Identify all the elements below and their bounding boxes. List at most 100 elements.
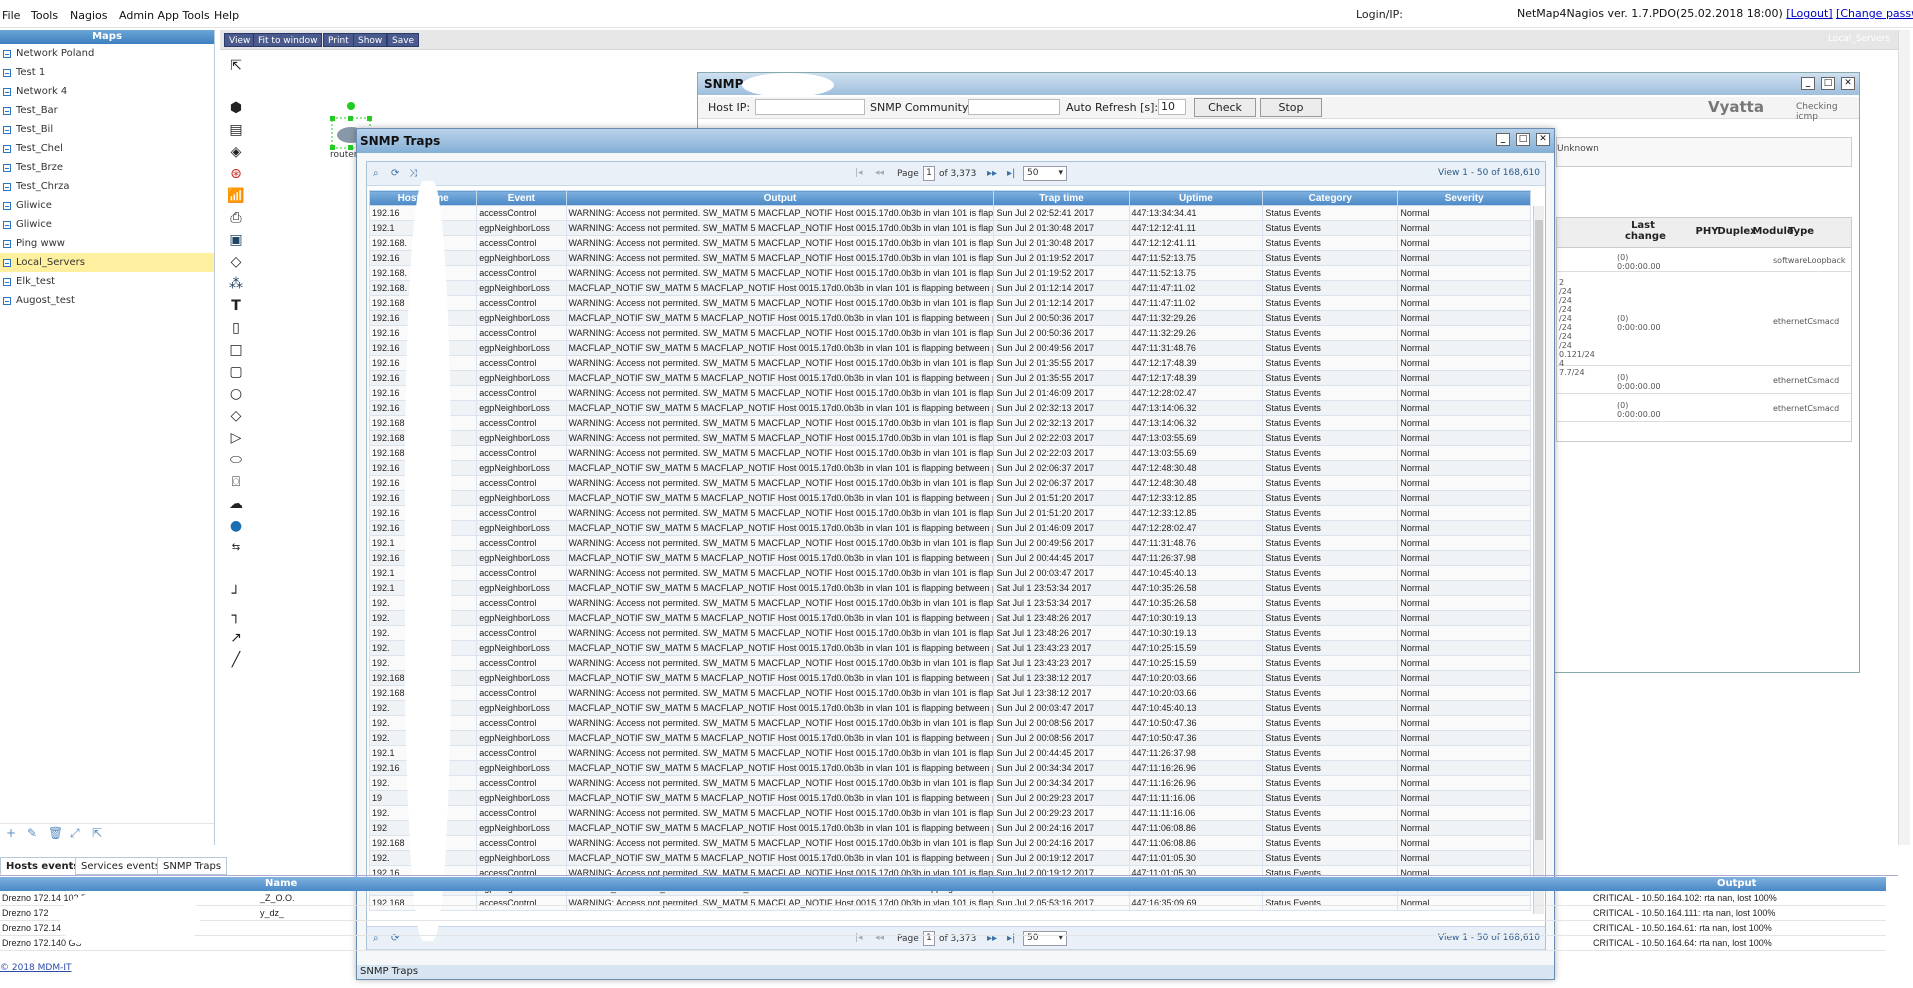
table-row[interactable]: 192.16 egpNeighborLoss MACFLAP_NOTIF SW_MA…	[368, 460, 1531, 476]
expand-icon[interactable]	[3, 107, 11, 115]
rectangle-icon[interactable]: □	[226, 342, 246, 358]
diamond-icon[interactable]: ◇	[226, 408, 246, 424]
map-item[interactable]: Network Poland	[0, 44, 214, 63]
switch-icon[interactable]: ◈	[226, 144, 246, 160]
map-item[interactable]: Elk_test	[0, 272, 214, 291]
column-header[interactable]: Severity	[1397, 190, 1531, 206]
table-row[interactable]: 192.168 accessControl WARNING: Access not …	[368, 415, 1531, 431]
elbow-line-icon[interactable]: ┘	[226, 586, 246, 602]
table-row[interactable]: Drezno 172 y_dz_ CRITICAL - 10.50.164.111:…	[0, 906, 1886, 921]
line-icon[interactable]: ╱	[226, 652, 246, 668]
canvas-scrollbar[interactable]	[1898, 30, 1910, 845]
tab-services-events[interactable]: Services events	[75, 857, 167, 875]
table-row[interactable]: 192.16 egpNeighborLoss MACFLAP_NOTIF SW_MA…	[368, 370, 1531, 386]
expand-icon[interactable]	[3, 164, 11, 172]
table-row[interactable]: Drezno 172.14 t_UL CRITICAL - 10.50.164.6…	[0, 921, 1886, 936]
table-row[interactable]: 192.168. accessControl WARNING: Access not…	[368, 235, 1531, 251]
table-row[interactable]: 192.1 accessControl WARNING: Access not pe…	[368, 745, 1531, 761]
map-item[interactable]: Test_Bil	[0, 120, 214, 139]
table-row[interactable]: 192.168. accessControl WARNING: Access not…	[368, 265, 1531, 281]
column-header[interactable]: Trap time	[993, 190, 1130, 206]
step-line-icon[interactable]: ┐	[226, 608, 246, 624]
table-row[interactable]: 192.16 egpNeighborLoss MACFLAP_NOTIF SW_MA…	[368, 550, 1531, 566]
map-item[interactable]: Test_Brze	[0, 158, 214, 177]
connector-icon[interactable]: ⇆	[226, 540, 246, 556]
table-row[interactable]: 192.16 egpNeighborLoss MACFLAP_NOTIF SW_MA…	[368, 490, 1531, 506]
tab-hosts-events[interactable]: Hosts events	[0, 857, 86, 875]
expand-icon[interactable]	[3, 183, 11, 191]
expand-icon[interactable]	[3, 202, 11, 210]
table-row[interactable]: 192. accessControl WARNING: Access not per…	[368, 715, 1531, 731]
expand-icon[interactable]	[3, 297, 11, 305]
ellipse-icon[interactable]: ○	[226, 386, 246, 402]
stop-button[interactable]: Stop	[1260, 98, 1322, 117]
map-item[interactable]: Test_Bar	[0, 101, 214, 120]
logout-link[interactable]: [Logout]	[1786, 7, 1832, 20]
table-row[interactable]: 192. accessControl WARNING: Access not per…	[368, 805, 1531, 821]
column-header[interactable]: Event	[476, 190, 567, 206]
cloud-icon[interactable]: ☁	[226, 496, 246, 512]
menu-help[interactable]: Help	[214, 9, 239, 22]
name-column-header[interactable]: Name	[265, 877, 297, 891]
column-header[interactable]: Uptime	[1128, 190, 1264, 206]
output-column-header[interactable]: Output	[1717, 877, 1756, 891]
table-row[interactable]: 192.1 egpNeighborLoss WARNING: Access not …	[368, 220, 1531, 236]
table-row[interactable]: 192.16 accessControl WARNING: Access not p…	[368, 355, 1531, 371]
expand-icon[interactable]	[3, 50, 11, 58]
wifi-icon[interactable]: 📶	[226, 188, 246, 204]
note-icon[interactable]: ▯	[226, 320, 246, 336]
expand-icon[interactable]	[3, 88, 11, 96]
prev-page-icon[interactable]: ◂◂	[875, 168, 884, 178]
router-icon[interactable]: ⬢	[226, 100, 246, 116]
expand-icon[interactable]	[3, 240, 11, 248]
expand-icon[interactable]	[3, 221, 11, 229]
column-header[interactable]: Output	[565, 190, 995, 206]
show-button[interactable]: Show	[353, 33, 388, 47]
table-row[interactable]: 192. accessControl WARNING: Access not per…	[368, 625, 1531, 641]
table-row[interactable]: 19 egpNeighborLoss MACFLAP_NOTIF SW_MATM 5…	[368, 790, 1531, 806]
table-row[interactable]: 192. accessControl WARNING: Access not per…	[368, 775, 1531, 791]
shuffle-icon[interactable]: ⤨	[409, 168, 417, 179]
refresh-icon[interactable]: ⟳	[391, 168, 399, 179]
map-item[interactable]: Augost_test	[0, 291, 214, 310]
traps-scroll-thumb[interactable]	[1535, 220, 1543, 840]
tab-snmp-traps[interactable]: SNMP Traps	[157, 857, 228, 875]
expand-icon[interactable]	[3, 278, 11, 286]
maximize-icon[interactable]: □	[1821, 77, 1835, 90]
change-password-link[interactable]: [Change password]	[1836, 7, 1913, 20]
globe-icon[interactable]: ●	[226, 518, 246, 534]
close-icon[interactable]: ✕	[1841, 77, 1855, 90]
table-row[interactable]: 192.16 egpNeighborLoss MACFLAP_NOTIF SW_MA…	[368, 760, 1531, 776]
table-row[interactable]: 192.16 egpNeighborLoss MACFLAP_NOTIF SW_MA…	[368, 310, 1531, 326]
table-row[interactable]: 192.16 accessControl WARNING: Access not p…	[368, 385, 1531, 401]
text-tool-icon[interactable]: T	[226, 298, 246, 314]
minimize-icon[interactable]: _	[1801, 77, 1815, 90]
table-row[interactable]: 192.168 egpNeighborLoss MACFLAP_NOTIF SW_M…	[368, 670, 1531, 686]
pointer-icon[interactable]: ⇱	[226, 58, 246, 74]
table-row[interactable]: 192.16 egpNeighborLoss WARNING: Access not…	[368, 250, 1531, 266]
arrow-line-icon[interactable]: ↗	[226, 630, 246, 646]
menu-tools[interactable]: Tools	[31, 9, 58, 22]
table-row[interactable]: 192.16 accessControl WARNING: Access not p…	[368, 505, 1531, 521]
expand-icon[interactable]: ⤢	[70, 826, 80, 841]
map-item[interactable]: Test_Chrza	[0, 177, 214, 196]
map-item[interactable]: Ping www	[0, 234, 214, 253]
network-icon[interactable]: ⁂	[226, 276, 246, 292]
save-button[interactable]: Save	[387, 33, 420, 47]
menu-file[interactable]: File	[2, 9, 20, 22]
next-page-icon[interactable]: ▸▸	[987, 168, 997, 179]
expand-icon[interactable]	[3, 69, 11, 77]
traps-scrollbar[interactable]	[1533, 206, 1544, 914]
table-row[interactable]: 192.168 accessControl WARNING: Access not …	[368, 835, 1531, 851]
layer-icon[interactable]: ◇	[226, 254, 246, 270]
hexagon-icon[interactable]: ⬭	[226, 452, 246, 468]
table-row[interactable]: 192.168. egpNeighborLoss MACFLAP_NOTIF SW_…	[368, 280, 1531, 296]
printer-icon[interactable]: ⎙	[226, 210, 246, 226]
table-row[interactable]: 192.16 accessControl WARNING: Access not p…	[368, 325, 1531, 341]
expand-icon[interactable]	[3, 259, 11, 267]
map-item[interactable]: Local_Servers	[0, 253, 214, 272]
auto-refresh-input[interactable]: 10	[1158, 99, 1186, 115]
server-icon[interactable]: ▤	[226, 122, 246, 138]
delete-icon[interactable]: 🗑	[48, 826, 63, 840]
table-row[interactable]: 192.egpNeighborLossMACFLAP_NOTIF SW_MATM…	[368, 640, 1531, 656]
